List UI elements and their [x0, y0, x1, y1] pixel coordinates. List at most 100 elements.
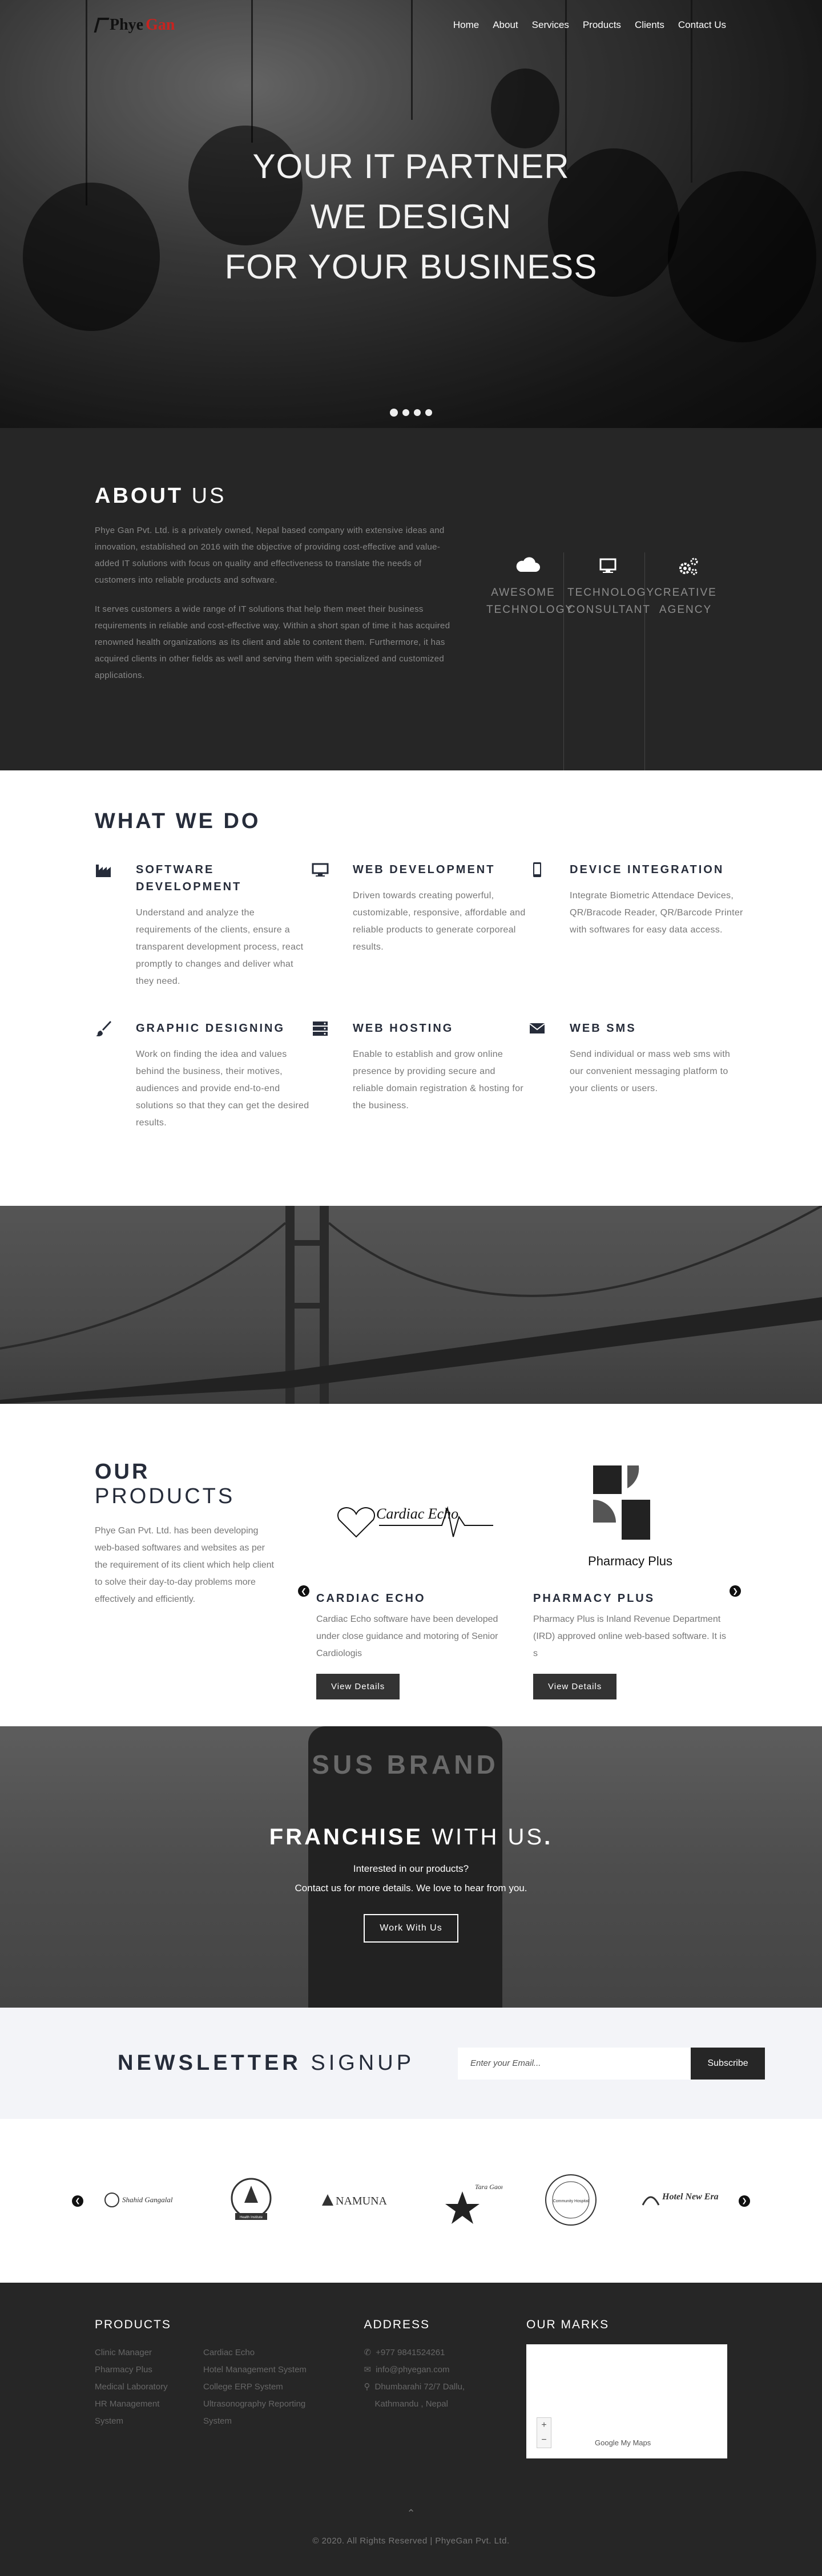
- service-description: Understand and analyze the requirements …: [136, 908, 304, 986]
- footer-product-link[interactable]: Clinic Manager: [95, 2344, 203, 2361]
- client-logo[interactable]: Health Institute: [223, 2174, 280, 2227]
- feature-technology-consultant: TECHNOLOGY CONSULTANT: [564, 552, 654, 770]
- nav-link-about[interactable]: About: [493, 19, 518, 31]
- about-title-thin: US: [191, 484, 227, 508]
- desktop-icon: [312, 863, 329, 877]
- slider-dot-3[interactable]: [414, 409, 421, 416]
- service-graphic-designing: GRAPHIC DESIGNING Work on finding the id…: [95, 1020, 312, 1132]
- cardiac-echo-logo-text: Cardiac Echo: [376, 1505, 458, 1522]
- carousel-prev-arrow-icon[interactable]: ❮: [298, 1585, 309, 1597]
- feature-line-1: AWESOME: [491, 587, 555, 599]
- footer-product-link[interactable]: Hotel Management System: [203, 2361, 340, 2379]
- map-label: Google My Maps: [595, 2438, 651, 2447]
- zoom-in-icon[interactable]: +: [541, 2420, 546, 2430]
- slider-dot-2[interactable]: [402, 409, 409, 416]
- top-nav: Phye Gan Home About Services Products Cli…: [0, 0, 822, 50]
- footer-products-list: Clinic Manager Cardiac Echo Pharmacy Plu…: [95, 2344, 364, 2430]
- newsletter-form: Enter your Email... Subscribe: [458, 2047, 765, 2080]
- slider-dots: [0, 409, 822, 417]
- nav-link-contact[interactable]: Contact Us: [678, 19, 726, 31]
- logo-text-accent: Gan: [146, 16, 175, 34]
- footer-product-link[interactable]: System: [203, 2413, 340, 2430]
- client-logos: Shahid Gangalal Health Institute NAMUNA …: [103, 2171, 719, 2230]
- product-logo: Pharmacy Plus: [533, 1460, 727, 1580]
- client-logo[interactable]: Hotel New Era: [639, 2186, 719, 2216]
- logo[interactable]: Phye Gan: [94, 16, 175, 34]
- nav-link-services[interactable]: Services: [532, 19, 569, 31]
- franchise-title-thin: WITH US: [432, 1824, 545, 1850]
- zoom-out-icon[interactable]: −: [541, 2435, 546, 2445]
- about-title: ABOUT US: [95, 484, 457, 508]
- carousel-next-arrow-icon[interactable]: ❯: [730, 1585, 741, 1597]
- clients-prev-arrow-icon[interactable]: ❮: [72, 2195, 83, 2207]
- service-title: DEVICE INTEGRATION: [570, 863, 724, 876]
- footer-product-link[interactable]: College ERP System: [203, 2379, 340, 2396]
- view-details-button[interactable]: View Details: [533, 1674, 617, 1699]
- service-description: Work on finding the idea and values behi…: [136, 1049, 309, 1128]
- nav-menu: Home About Services Products Clients Con…: [453, 19, 726, 31]
- newsletter-email-input[interactable]: Enter your Email...: [458, 2047, 691, 2080]
- franchise-line-1: Interested in our products?: [353, 1863, 469, 1874]
- hero-line-3: FOR YOUR BUSINESS: [224, 248, 598, 286]
- footer-phone[interactable]: ✆ +977 9841524261: [364, 2344, 527, 2361]
- nav-link-clients[interactable]: Clients: [635, 19, 664, 31]
- phone-icon: ✆: [364, 2348, 372, 2357]
- service-description: Integrate Biometric Attendace Devices, Q…: [570, 891, 743, 935]
- client-logo-text: Tara Gaon: [475, 2183, 502, 2191]
- product-logo: Cardiac Echo: [316, 1460, 510, 1580]
- clients-section: ❮ Shahid Gangalal Health Institute NAMUN…: [0, 2119, 822, 2283]
- hero-line-1: YOUR IT PARTNER: [252, 147, 570, 185]
- footer-product-link[interactable]: Medical Laboratory: [95, 2379, 203, 2396]
- about-title-bold: ABOUT: [95, 484, 184, 508]
- footer-columns: PRODUCTS Clinic Manager Cardiac Echo Pha…: [95, 2318, 727, 2458]
- franchise-line-2: Contact us for more details. We love to …: [295, 1883, 527, 1893]
- footer-products-title: PRODUCTS: [95, 2318, 171, 2331]
- hero-line-2: WE DESIGN: [310, 197, 512, 236]
- newsletter-title-thin: SIGNUP: [311, 2051, 415, 2075]
- products-title-thin: PRODUCTS: [95, 1484, 235, 1508]
- work-with-us-button[interactable]: Work With Us: [364, 1914, 458, 1943]
- server-icon: [313, 1021, 328, 1036]
- service-web-hosting: WEB HOSTING Enable to establish and grow…: [312, 1020, 529, 1132]
- client-logo[interactable]: Shahid Gangalal: [103, 2189, 183, 2213]
- footer-email-text: info@phyegan.com: [376, 2365, 450, 2375]
- footer-email[interactable]: ✉ info@phyegan.com: [364, 2361, 527, 2379]
- client-logo[interactable]: NAMUNA: [320, 2189, 400, 2213]
- product-description: Cardiac Echo software have been develope…: [316, 1614, 498, 1658]
- bridge-illustration: [0, 1206, 822, 1404]
- pharmacy-plus-logo-text: Pharmacy Plus: [588, 1554, 672, 1568]
- footer-product-link[interactable]: System: [95, 2413, 203, 2430]
- footer-product-link[interactable]: Ultrasonography Reporting: [203, 2396, 340, 2413]
- copyright-text: © 2020. All Rights Reserved | PhyeGan Pv…: [312, 2536, 510, 2546]
- footer-products: PRODUCTS Clinic Manager Cardiac Echo Pha…: [95, 2318, 364, 2458]
- clients-next-arrow-icon[interactable]: ❯: [739, 2195, 750, 2207]
- footer-product-link[interactable]: HR Management: [95, 2396, 203, 2413]
- slider-dot-1[interactable]: [390, 409, 398, 417]
- subscribe-button[interactable]: Subscribe: [691, 2047, 765, 2080]
- feature-line-2: TECHNOLOGY: [486, 604, 574, 616]
- client-logo-text: Shahid Gangalal: [122, 2195, 173, 2204]
- service-title: WEB SMS: [570, 1022, 636, 1035]
- footer-product-link[interactable]: Pharmacy Plus: [95, 2361, 203, 2379]
- products-section: OUR PRODUCTS Phye Gan Pvt. Ltd. has been…: [0, 1404, 822, 1726]
- map-embed[interactable]: + − Google My Maps: [526, 2344, 727, 2458]
- client-logo[interactable]: Community Hospital: [542, 2171, 599, 2230]
- slider-dot-4[interactable]: [425, 409, 432, 416]
- nav-link-home[interactable]: Home: [453, 19, 479, 31]
- franchise-section: SUS BRAND FRANCHISE WITH US. Interested …: [0, 1726, 822, 2008]
- service-title: SOFTWARE DEVELOPMENT: [136, 863, 242, 893]
- franchise-title-bold: FRANCHISE: [269, 1824, 424, 1850]
- factory-icon: [96, 865, 111, 877]
- franchise-content: FRANCHISE WITH US. Interested in our pro…: [0, 1726, 822, 1943]
- scroll-to-top-icon[interactable]: ⌃: [0, 2508, 822, 2520]
- logo-text-primary: Phye: [110, 16, 144, 34]
- products-intro-text: Phye Gan Pvt. Ltd. has been developing w…: [95, 1526, 274, 1604]
- footer-product-link[interactable]: Cardiac Echo: [203, 2344, 340, 2361]
- view-details-button[interactable]: View Details: [316, 1674, 400, 1699]
- monitor-icon: [599, 558, 616, 573]
- nav-link-products[interactable]: Products: [583, 19, 621, 31]
- footer-address-line-1: Dhumbarahi 72/7 Dallu,: [374, 2382, 465, 2392]
- product-name: PHARMACY PLUS: [533, 1592, 655, 1605]
- service-title: WEB DEVELOPMENT: [353, 863, 495, 876]
- client-logo[interactable]: Tara Gaon: [440, 2174, 505, 2227]
